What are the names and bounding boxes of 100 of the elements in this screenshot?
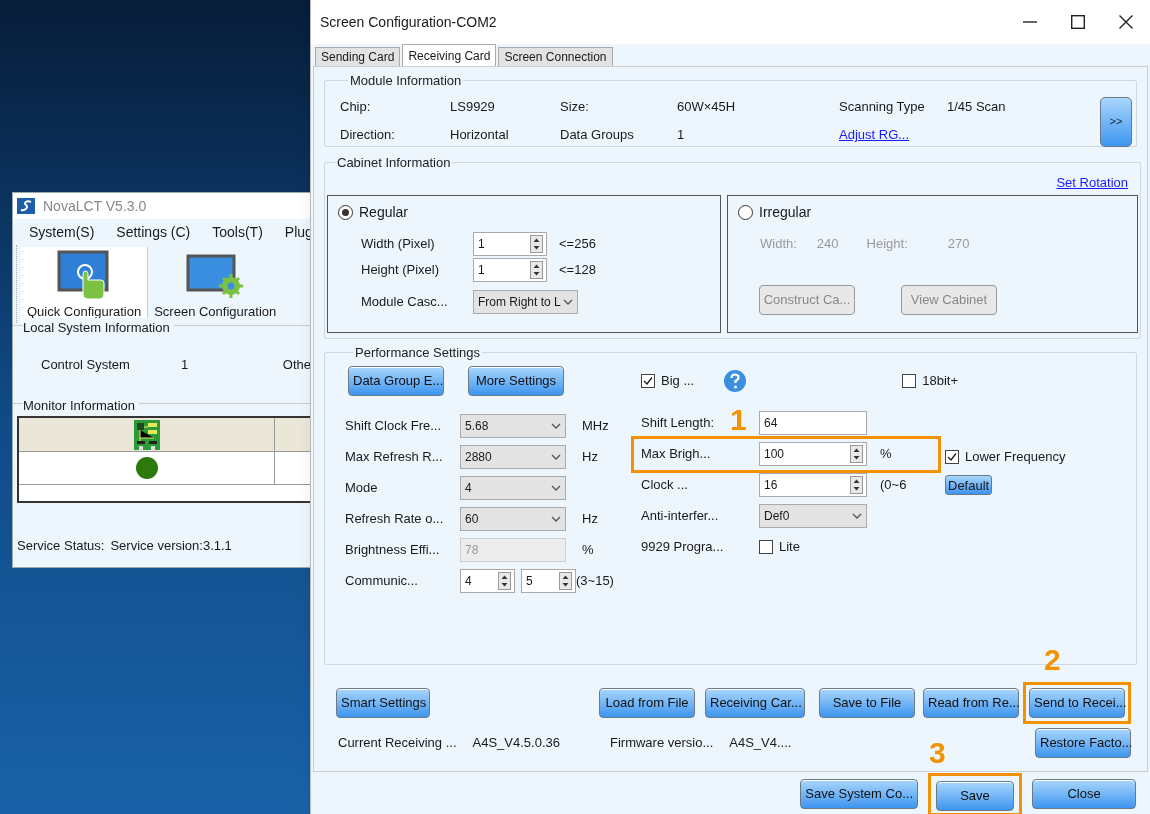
dropdown[interactable]: From Right to L: [473, 289, 578, 314]
dropdown[interactable]: Def0: [759, 504, 867, 528]
button[interactable]: Default: [945, 474, 993, 495]
button[interactable]: Data Group E...: [348, 365, 444, 396]
dropdown[interactable]: 5.68: [460, 414, 566, 438]
window-title: Screen Configuration-COM2: [320, 12, 498, 32]
field-label: Scanning Type: [839, 97, 926, 116]
button[interactable]: Restore Facto...: [1035, 728, 1131, 758]
field-label: Brightness Effi...: [345, 541, 441, 560]
expand-button[interactable]: >>: [1100, 96, 1132, 147]
dropdown[interactable]: 2880: [460, 445, 566, 469]
spinner-field[interactable]: 5: [521, 569, 576, 593]
dropdown[interactable]: 4: [460, 476, 566, 500]
field-value: A4S_V4....: [729, 734, 792, 753]
section-title: Performance Settings: [354, 344, 481, 362]
field-label: Height (Pixel): [361, 260, 441, 279]
field-value: 1: [677, 126, 686, 144]
tab[interactable]: Receiving Card: [402, 44, 497, 66]
button[interactable]: Save: [936, 780, 1014, 811]
unit-label: (3~15): [576, 572, 614, 591]
radio-button[interactable]: [338, 204, 353, 220]
step-number: 1: [730, 404, 747, 435]
status-label: Service Status:: [17, 537, 105, 555]
menu-item[interactable]: System(S): [29, 221, 95, 243]
limit-text: <=128: [559, 260, 596, 279]
button[interactable]: Receiving Car...: [705, 688, 805, 718]
text-field[interactable]: 64: [759, 411, 867, 435]
tab[interactable]: Sending Card: [315, 47, 401, 66]
minimize-icon: [1023, 21, 1037, 23]
section-title: Cabinet Information: [336, 154, 452, 172]
radio-button[interactable]: [738, 204, 753, 220]
unit-label: MHz: [582, 417, 609, 436]
field-value: 1/45 Scan: [947, 97, 1007, 116]
field-value: Horizontal: [450, 126, 510, 144]
checkbox-label[interactable]: Lower Frequency: [965, 447, 1066, 467]
checkbox[interactable]: [759, 540, 773, 554]
field-label: Refresh Rate o...: [345, 510, 445, 529]
field-label: Mode: [345, 479, 379, 498]
button[interactable]: Send to Recei...: [1029, 688, 1125, 718]
checkbox-label[interactable]: 18bit+: [922, 370, 959, 391]
radio-label[interactable]: Regular: [359, 201, 409, 223]
field-value: LS9929: [450, 97, 496, 116]
spinner-arrows-icon: [530, 234, 543, 253]
checkbox[interactable]: [902, 373, 917, 388]
spinner-arrows-icon: [559, 572, 572, 590]
field-label: Othe: [282, 356, 311, 374]
link[interactable]: Set Rotation: [1056, 172, 1128, 193]
checkbox-label[interactable]: Lite: [779, 537, 800, 557]
chevron-down-icon: [551, 423, 561, 429]
field-value: 60W×45H: [677, 97, 737, 116]
button[interactable]: Smart Settings: [336, 688, 430, 718]
toolbar-button[interactable]: Screen Configuration: [147, 247, 283, 323]
dropdown[interactable]: 60: [460, 507, 566, 531]
window-title: NovaLCT V5.3.0: [43, 196, 147, 216]
chevron-down-icon: [563, 298, 573, 305]
unit-label: Hz: [582, 448, 598, 467]
step-number: 3: [929, 737, 946, 768]
field-value: 1: [180, 356, 190, 374]
tab[interactable]: Screen Connection: [498, 47, 613, 66]
field-value: 270: [947, 234, 970, 253]
help-icon: [723, 368, 748, 393]
spinner-field[interactable]: 100: [759, 442, 867, 466]
limit-text: <=256: [559, 234, 596, 253]
button[interactable]: Save to File: [819, 688, 915, 718]
field-label: 9929 Progra...: [641, 539, 724, 555]
step-number: 2: [1044, 645, 1061, 675]
spinner-field[interactable]: 1: [473, 231, 547, 256]
button[interactable]: More Settings: [468, 365, 564, 396]
checkbox[interactable]: [945, 450, 959, 464]
spinner-field[interactable]: 16: [759, 473, 867, 497]
field-label: Size:: [560, 97, 590, 116]
field-label: Width:: [760, 234, 797, 253]
chevron-down-icon: [551, 454, 561, 460]
section-title: Local System Information: [23, 318, 174, 338]
menu-item[interactable]: Settings (C): [116, 221, 191, 243]
field-label: Shift Length:: [641, 415, 714, 431]
checkbox[interactable]: [641, 373, 655, 388]
menu-item[interactable]: Tools(T): [212, 221, 263, 243]
spinner-arrows-icon: [498, 572, 511, 590]
button[interactable]: Read from Re...: [923, 688, 1019, 718]
toolbar-button[interactable]: Quick Configuration: [21, 247, 148, 323]
circuit-board-icon: [133, 419, 160, 450]
field-label: Clock ...: [641, 477, 688, 493]
spinner-arrows-icon: [850, 476, 863, 494]
field-label: Control System: [41, 356, 131, 374]
field-value: A4S_V4.5.0.36: [472, 734, 560, 753]
button[interactable]: Load from File: [599, 688, 695, 718]
spinner-field[interactable]: 4: [460, 569, 515, 593]
button[interactable]: Save System Co...: [800, 779, 918, 809]
status-text: Service version:3.1.1: [110, 537, 232, 555]
field-value: 240: [816, 234, 839, 253]
link[interactable]: Adjust RG...: [839, 125, 1047, 145]
radio-label[interactable]: Irregular: [759, 201, 812, 223]
button[interactable]: Close: [1032, 779, 1136, 809]
field-label: Module Casc...: [361, 292, 449, 311]
checkbox-label[interactable]: Big ...: [661, 370, 695, 391]
field-label: Width (Pixel): [361, 234, 436, 253]
field-label: Current Receiving ...: [338, 734, 457, 753]
spinner-field[interactable]: 1: [473, 257, 547, 282]
field-label: Max Brigh...: [641, 446, 711, 462]
